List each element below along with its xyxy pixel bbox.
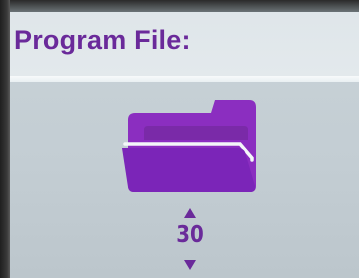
screen-bezel — [0, 0, 10, 278]
arrow-up-icon[interactable] — [184, 208, 196, 218]
screen-top-edge — [10, 0, 359, 12]
page-title: Program File: — [14, 25, 191, 55]
file-number: 30 — [176, 222, 204, 248]
file-number-stepper[interactable]: 30 — [160, 206, 220, 274]
file-selector-panel: 30 — [10, 82, 359, 278]
arrow-down-icon[interactable] — [184, 260, 196, 270]
device-screen: Program File: 30 — [0, 0, 359, 278]
folder-icon[interactable] — [122, 100, 256, 192]
